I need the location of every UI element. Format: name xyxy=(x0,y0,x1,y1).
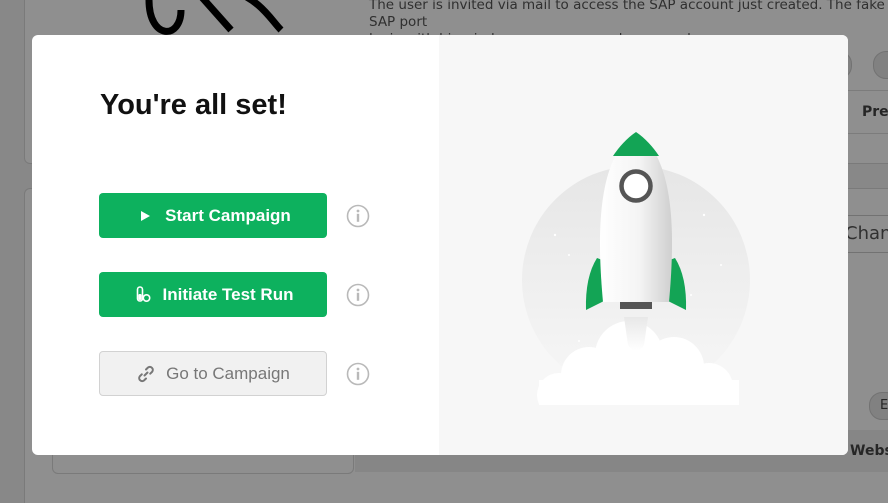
test-run-row: Initiate Test Run xyxy=(99,272,374,318)
info-icon[interactable] xyxy=(346,204,370,228)
campaign-ready-modal: You're all set! Start Campaign Initiate … xyxy=(32,35,848,455)
play-icon xyxy=(135,206,155,226)
background-column-header: Prev xyxy=(862,104,888,120)
background-chip-lower[interactable]: E xyxy=(869,392,888,420)
initiate-test-run-label: Initiate Test Run xyxy=(162,284,294,304)
start-campaign-button[interactable]: Start Campaign xyxy=(99,193,327,238)
info-icon[interactable] xyxy=(346,283,370,307)
info-icon[interactable] xyxy=(346,362,370,386)
go-to-campaign-button[interactable]: Go to Campaign xyxy=(99,351,327,396)
modal-illustration-panel xyxy=(439,35,848,455)
modal-actions-panel: You're all set! Start Campaign Initiate … xyxy=(32,35,439,455)
go-to-campaign-label: Go to Campaign xyxy=(166,363,290,383)
link-icon xyxy=(136,364,156,384)
start-campaign-label: Start Campaign xyxy=(165,205,291,225)
initiate-test-run-button[interactable]: Initiate Test Run xyxy=(99,272,327,317)
background-column-label: Websi xyxy=(850,443,888,459)
modal-title: You're all set! xyxy=(100,89,287,121)
go-to-campaign-row: Go to Campaign xyxy=(99,351,374,397)
start-campaign-row: Start Campaign xyxy=(99,193,374,239)
test-tube-icon xyxy=(133,285,153,305)
rocket-launch-illustration xyxy=(522,132,750,405)
